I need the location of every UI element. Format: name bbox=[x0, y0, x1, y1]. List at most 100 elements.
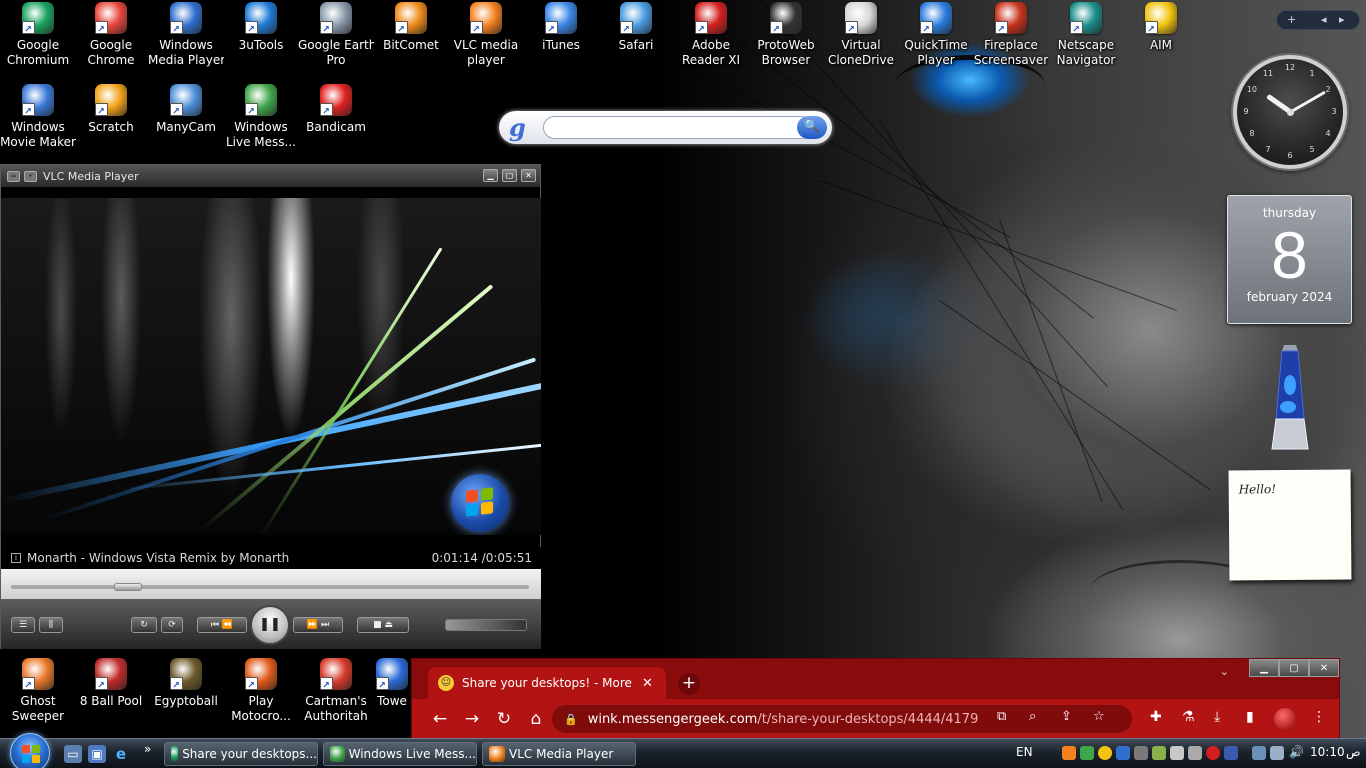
desktop-shortcut[interactable]: AIM bbox=[1123, 2, 1199, 53]
chrome-close-button[interactable]: ✕ bbox=[1309, 659, 1339, 677]
desktop-shortcut[interactable]: GoogleChrome bbox=[73, 2, 149, 68]
note-text[interactable]: Hello! bbox=[1229, 469, 1351, 508]
open-in-app-icon[interactable]: ⧉ bbox=[997, 709, 1006, 724]
desktop-shortcut[interactable]: VLC mediaplayer bbox=[448, 2, 524, 68]
tab-share-your-desktops[interactable]: ☺ Share your desktops! - More / Sl ✕ bbox=[428, 667, 666, 699]
sticky-note-gadget[interactable]: Hello! bbox=[1228, 469, 1352, 581]
seek-track[interactable] bbox=[11, 585, 529, 589]
tray-display-icon[interactable] bbox=[1224, 746, 1238, 760]
add-gadget-button[interactable]: + bbox=[1287, 13, 1296, 26]
tray-bandicam-icon[interactable] bbox=[1206, 746, 1220, 760]
tray-vlc-icon[interactable] bbox=[1062, 746, 1076, 760]
desktop-shortcut[interactable]: 3uTools bbox=[223, 2, 299, 53]
reload-icon[interactable]: ↻ bbox=[488, 709, 520, 729]
media-info-icon[interactable]: i bbox=[11, 553, 21, 563]
tray-drive-icon[interactable] bbox=[1152, 746, 1166, 760]
taskbar-button-chrome[interactable]: Share your desktops... bbox=[164, 742, 318, 766]
desktop-shortcut[interactable]: AdobeReader XI bbox=[673, 2, 749, 68]
playlist-icon[interactable]: ☰ bbox=[11, 617, 35, 633]
show-desktop-icon[interactable]: ▭ bbox=[64, 745, 82, 763]
forward-arrow-icon[interactable]: → bbox=[456, 709, 488, 729]
desktop-shortcut[interactable]: PlayMotocro... bbox=[223, 658, 299, 724]
desktop-shortcut[interactable]: Egyptoball bbox=[148, 658, 224, 709]
quick-launch-overflow-icon[interactable]: » bbox=[144, 742, 151, 756]
taskbar-button-vlc[interactable]: VLC Media Player bbox=[482, 742, 636, 766]
extensions-icon[interactable]: ✚ bbox=[1150, 709, 1162, 725]
profile-avatar[interactable] bbox=[1274, 708, 1296, 730]
vlc-titlebar[interactable]: ≈ • VLC Media Player ▁ ▢ ✕ bbox=[1, 165, 540, 187]
tray-network-icon[interactable] bbox=[1116, 746, 1130, 760]
back-arrow-icon[interactable]: ← bbox=[424, 709, 456, 729]
desktop-shortcut[interactable]: GhostSweeper bbox=[0, 658, 76, 724]
chrome-maximize-button[interactable]: ▢ bbox=[1279, 659, 1309, 677]
loop-icon[interactable]: ↻ bbox=[131, 617, 157, 633]
desktop-shortcut[interactable]: Towe bbox=[373, 658, 411, 709]
desktop-shortcut[interactable]: Safari bbox=[598, 2, 674, 53]
side-panel-icon[interactable]: ▮ bbox=[1246, 709, 1254, 725]
pause-button[interactable]: ❚❚ bbox=[250, 605, 290, 645]
new-tab-button[interactable]: + bbox=[678, 673, 700, 695]
desktop-shortcut[interactable]: ProtoWebBrowser bbox=[748, 2, 824, 68]
home-icon[interactable]: ⌂ bbox=[520, 709, 552, 729]
labs-flask-icon[interactable]: ⚗ bbox=[1182, 709, 1195, 725]
tray-clonedrive-icon[interactable] bbox=[1170, 746, 1184, 760]
tray-aim-icon[interactable] bbox=[1098, 746, 1112, 760]
next-track-button[interactable]: ⏩ ⏭ bbox=[293, 617, 343, 633]
desktop-shortcut[interactable]: Bandicam bbox=[298, 84, 374, 135]
vlc-menu-icon[interactable]: ≈ bbox=[7, 170, 20, 182]
desktop-shortcut[interactable]: iTunes bbox=[523, 2, 599, 53]
desktop-shortcut[interactable]: NetscapeNavigator bbox=[1048, 2, 1124, 68]
chrome-menu-icon[interactable]: ⋮ bbox=[1312, 709, 1326, 725]
desktop-shortcut[interactable]: Scratch bbox=[73, 84, 149, 135]
desktop-shortcut[interactable]: ManyCam bbox=[148, 84, 224, 135]
address-bar[interactable]: 🔒 wink.messengergeek.com/t/share-your-de… bbox=[552, 705, 1132, 733]
tray-safely-remove-icon[interactable] bbox=[1134, 746, 1148, 760]
language-indicator[interactable]: EN bbox=[1016, 745, 1033, 759]
bookmark-star-icon[interactable]: ☆ bbox=[1093, 709, 1105, 724]
switch-windows-icon[interactable]: ▣ bbox=[88, 745, 106, 763]
equalizer-icon[interactable]: ⫼ bbox=[39, 617, 63, 633]
start-button[interactable] bbox=[10, 733, 50, 768]
stop-eject-button[interactable]: ■ ⏏ bbox=[357, 617, 409, 633]
lava-lamp-gadget[interactable] bbox=[1270, 345, 1310, 451]
desktop-shortcut[interactable]: BitComet bbox=[373, 2, 449, 53]
vlc-maximize-button[interactable]: ▢ bbox=[502, 169, 517, 182]
volume-icon[interactable]: 🔊 bbox=[1289, 745, 1304, 759]
search-button[interactable]: 🔍 bbox=[797, 116, 827, 139]
internet-explorer-icon[interactable]: e bbox=[112, 745, 130, 763]
desktop-shortcut[interactable]: Google EarthPro bbox=[298, 2, 374, 68]
tab-close-icon[interactable]: ✕ bbox=[642, 676, 653, 691]
desktop-shortcut[interactable]: VirtualCloneDrive bbox=[823, 2, 899, 68]
vlc-pin-icon[interactable]: • bbox=[24, 170, 37, 182]
share-icon[interactable]: ⇪ bbox=[1061, 709, 1072, 724]
tray-messenger-icon[interactable] bbox=[1080, 746, 1094, 760]
seek-handle[interactable] bbox=[113, 583, 142, 591]
repeat-icon[interactable]: ⟳ bbox=[161, 617, 183, 633]
desktop-shortcut[interactable]: WindowsMedia Player bbox=[148, 2, 224, 68]
chrome-minimize-button[interactable]: ▁ bbox=[1249, 659, 1279, 677]
tab-search-dropdown-icon[interactable]: ⌄ bbox=[1220, 665, 1229, 678]
desktop-shortcut[interactable]: WindowsMovie Maker bbox=[0, 84, 76, 150]
desktop-shortcut[interactable]: Cartman'sAuthoritah bbox=[298, 658, 374, 724]
vlc-close-button[interactable]: ✕ bbox=[521, 169, 536, 182]
lock-icon[interactable]: 🔒 bbox=[564, 713, 578, 726]
taskbar-clock[interactable]: 10:10 bbox=[1310, 745, 1345, 759]
tray-printer-icon[interactable] bbox=[1188, 746, 1202, 760]
desktop-shortcut[interactable]: FireplaceScreensaver bbox=[973, 2, 1049, 68]
tray-network-status-icon[interactable] bbox=[1270, 746, 1284, 760]
seek-bar[interactable] bbox=[1, 569, 541, 599]
volume-slider[interactable] bbox=[445, 619, 527, 631]
desktop-shortcut[interactable]: 8 Ball Pool bbox=[73, 658, 149, 709]
tray-action-center-icon[interactable] bbox=[1252, 746, 1266, 760]
calendar-gadget[interactable]: thursday 8 february 2024 bbox=[1227, 195, 1352, 324]
next-gadgets-button[interactable]: ▸ bbox=[1339, 13, 1345, 26]
previous-gadgets-button[interactable]: ◂ bbox=[1321, 13, 1327, 26]
desktop-shortcut[interactable]: GoogleChromium bbox=[0, 2, 76, 68]
clock-gadget[interactable]: 1 2 3 4 5 6 7 8 9 10 11 12 bbox=[1233, 55, 1347, 169]
desktop-shortcut[interactable]: WindowsLive Mess... bbox=[223, 84, 299, 150]
previous-track-button[interactable]: ⏮ ⏪ bbox=[197, 617, 247, 633]
taskbar-button-messenger[interactable]: Windows Live Mess... bbox=[323, 742, 477, 766]
download-icon[interactable]: ⤓ bbox=[1214, 709, 1220, 725]
zoom-icon[interactable]: ⌕ bbox=[1029, 709, 1036, 724]
search-input[interactable] bbox=[543, 116, 813, 139]
